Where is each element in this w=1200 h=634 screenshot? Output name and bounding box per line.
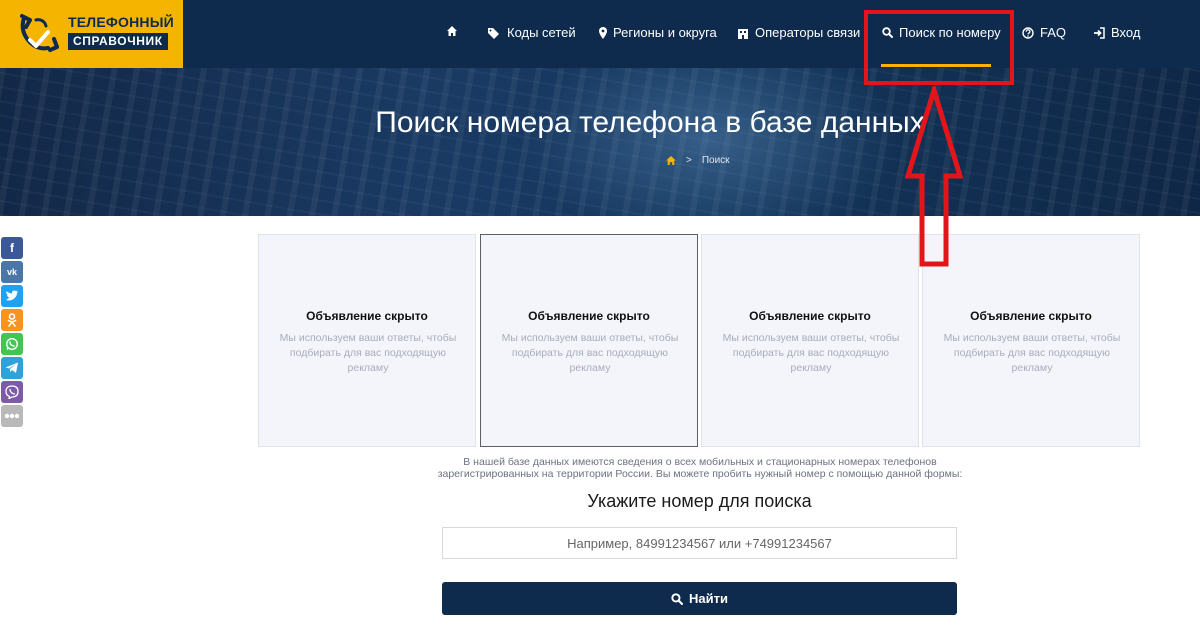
ad-card-text: Мы используем ваши ответы, чтобы подбира…: [722, 332, 900, 374]
tags-icon: [488, 27, 499, 39]
search-info-text: В нашей базе данных имеются сведения о в…: [437, 456, 963, 480]
main-nav: Коды сетей Регионы и округа Операторы св…: [0, 0, 1200, 68]
find-button[interactable]: Найти: [442, 582, 957, 615]
map-marker-icon: [599, 26, 607, 39]
ad-card[interactable]: Объявление скрыто Мы используем ваши отв…: [258, 234, 476, 447]
breadcrumb: > Поиск: [666, 155, 730, 166]
sign-in-icon: [1094, 26, 1105, 39]
nav-label: FAQ: [1040, 25, 1067, 40]
breadcrumb-current: Поиск: [701, 155, 730, 166]
telegram-share-icon[interactable]: [1, 357, 23, 379]
building-icon: [738, 28, 748, 39]
nav-network-codes[interactable]: Коды сетей: [487, 25, 576, 40]
ad-card-title: Объявление скрыто: [528, 309, 650, 323]
ad-card[interactable]: Объявление скрыто Мы используем ваши отв…: [701, 234, 919, 447]
vk-share-icon[interactable]: vk: [1, 261, 23, 283]
search-form-title: Укажите номер для поиска: [587, 491, 812, 511]
annotation-arrow-up-icon: [904, 86, 964, 267]
ad-cards: Объявление скрыто Мы используем ваши отв…: [258, 234, 1141, 447]
odnoklassniki-share-icon[interactable]: [1, 309, 23, 331]
ad-card-title: Объявление скрыто: [306, 309, 428, 323]
facebook-share-icon[interactable]: f: [1, 237, 23, 259]
nav-faq[interactable]: FAQ: [1022, 25, 1066, 40]
ad-card-title: Объявление скрыто: [970, 309, 1092, 323]
ad-card[interactable]: Объявление скрыто Мы используем ваши отв…: [480, 234, 698, 447]
hero-title-wrap: Поиск номера телефона в базе данных: [0, 106, 1200, 140]
annotation-highlight-box: [864, 10, 1014, 85]
top-navbar: ТЕЛЕФОННЫЙ СПРАВОЧНИК Коды сетей Регионы…: [0, 0, 1200, 68]
viber-share-icon[interactable]: [1, 381, 23, 403]
ad-card-text: Мы используем ваши ответы, чтобы подбира…: [943, 332, 1121, 374]
find-button-label: Найти: [689, 591, 728, 606]
nav-home[interactable]: [446, 25, 458, 37]
more-share-icon[interactable]: [1, 405, 23, 427]
social-share-bar: f vk: [1, 237, 24, 429]
phone-number-input[interactable]: [442, 527, 957, 559]
home-icon: [447, 26, 457, 36]
twitter-share-icon[interactable]: [1, 285, 23, 307]
nav-login[interactable]: Вход: [1093, 25, 1140, 40]
home-icon[interactable]: [666, 156, 676, 165]
nav-operators[interactable]: Операторы связи: [737, 25, 860, 40]
nav-label: Регионы и округа: [613, 25, 717, 40]
page-title: Поиск номера телефона в базе данных: [375, 106, 925, 139]
question-circle-icon: [1022, 26, 1034, 39]
nav-label: Вход: [1111, 25, 1141, 40]
nav-label: Операторы связи: [755, 25, 861, 40]
hero-glow: [520, 68, 900, 216]
ad-card-text: Мы используем ваши ответы, чтобы подбира…: [279, 332, 457, 374]
breadcrumb-separator: >: [686, 155, 692, 166]
whatsapp-share-icon[interactable]: [1, 333, 23, 355]
search-icon: [671, 592, 684, 605]
ad-card-title: Объявление скрыто: [749, 309, 871, 323]
nav-label: Коды сетей: [507, 25, 576, 40]
ad-card-text: Мы используем ваши ответы, чтобы подбира…: [501, 332, 679, 374]
nav-regions[interactable]: Регионы и округа: [599, 25, 717, 40]
hero-banner: Поиск номера телефона в базе данных > По…: [0, 68, 1200, 216]
